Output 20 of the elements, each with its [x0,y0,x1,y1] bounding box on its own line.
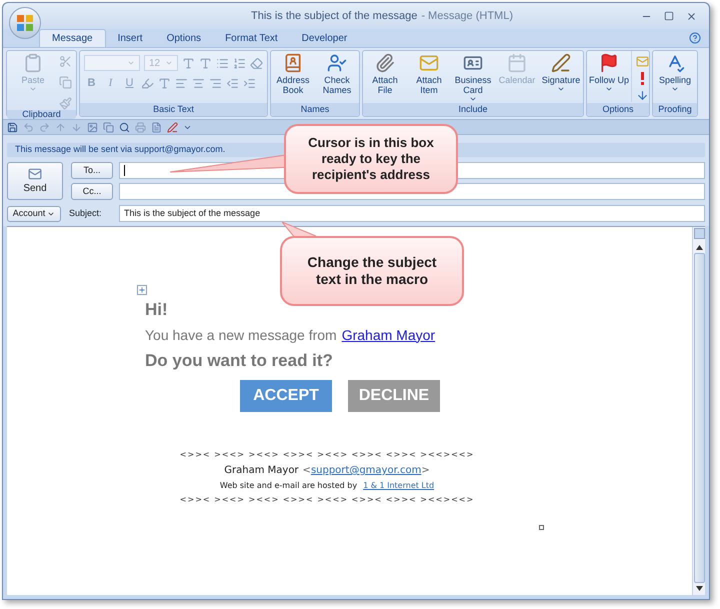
signature-divider: <>>< ><<> ><<> <>>< ><<> <>>< <>>< ><<><<> [180,449,474,461]
group-label: Include [363,103,583,116]
hosting-text: Web site and e-mail are hosted by [220,480,358,492]
callout-tooltip: Change the subject text in the macro [280,236,464,306]
group-label: Proofing [653,103,697,116]
angle-bracket: > [421,464,430,478]
subject-label: Subject: [69,206,103,220]
group-label: Options [587,103,649,116]
angle-bracket: < [302,464,311,478]
question: Do you want to read it? [145,350,334,372]
group-label: Basic Text [80,103,267,116]
group-label: Names [271,103,359,116]
group-label: Clipboard [7,110,76,119]
greeting: Hi! [145,299,169,321]
window-title: This is the subject of the message [251,8,418,24]
signature-divider: <>>< ><<> ><<> <>>< ><<> <>>< <>>< ><<><<> [180,494,474,506]
signature-name: Graham Mayor [224,464,299,478]
app-name: - Message (HTML) [421,8,513,24]
callout-tooltip: Cursor is in this box ready to key the recipient's address [284,124,458,194]
message-text: You have a new message from [145,326,337,345]
